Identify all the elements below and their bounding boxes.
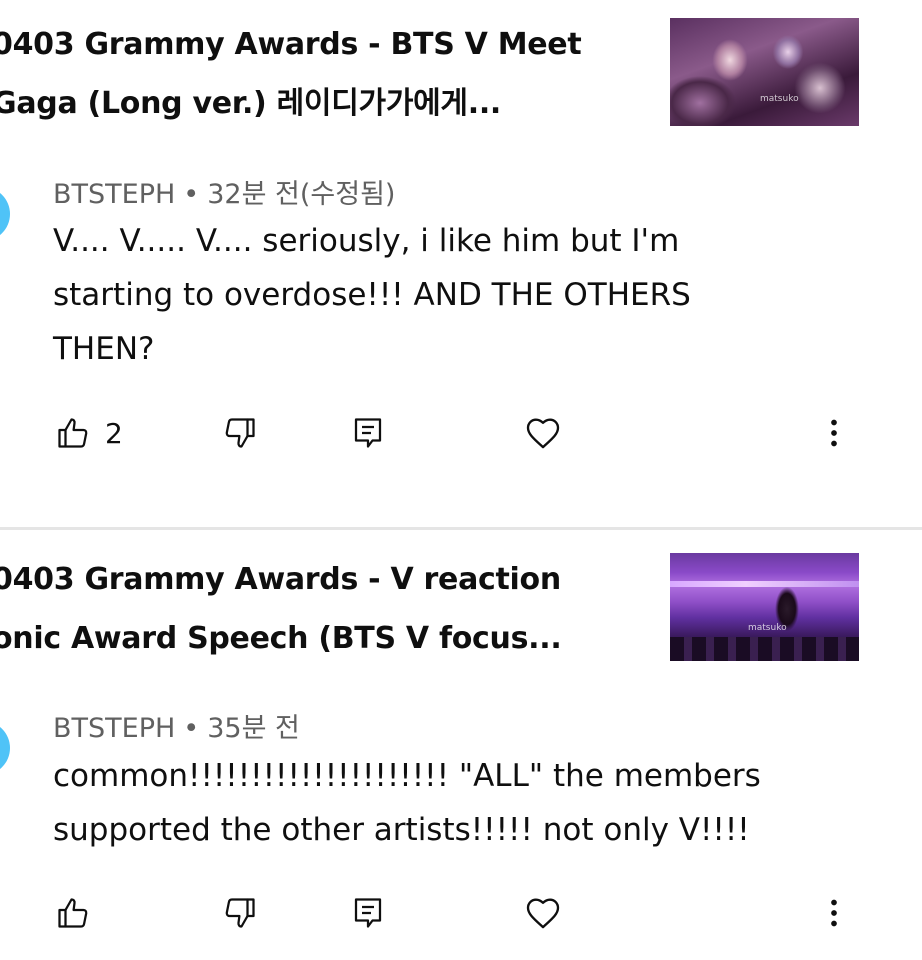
- video-title[interactable]: 0403 Grammy Awards - V reaction onic Awa…: [0, 550, 632, 668]
- comment-text-line: THEN?: [53, 331, 155, 367]
- more-vertical-icon: [816, 895, 852, 931]
- comment-text-line: V.... V..... V.... seriously, i like him…: [53, 223, 680, 259]
- meta-separator: •: [183, 179, 200, 210]
- video-thumbnail[interactable]: matsuko: [670, 18, 859, 126]
- comment-text: V.... V..... V.... seriously, i like him…: [53, 214, 773, 376]
- avatar[interactable]: [0, 187, 10, 241]
- more-options-button[interactable]: [816, 408, 852, 458]
- meta-separator: •: [183, 713, 200, 744]
- avatar[interactable]: [0, 721, 10, 775]
- thumbs-up-icon: [55, 895, 91, 931]
- thumbs-down-icon: [222, 895, 258, 931]
- heart-icon: [523, 893, 563, 933]
- like-count: 2: [105, 416, 123, 450]
- video-title-line: 0403 Grammy Awards - BTS V Meet: [0, 27, 582, 62]
- comment-actions: 2: [0, 408, 922, 458]
- more-options-button[interactable]: [816, 888, 852, 938]
- like-button[interactable]: 2: [55, 408, 123, 458]
- heart-button[interactable]: [523, 408, 563, 458]
- comment-meta: BTSTEPH • 32분 전(수정됨): [53, 172, 395, 211]
- like-button[interactable]: [55, 888, 105, 938]
- thumbs-up-icon: [55, 415, 91, 451]
- dislike-button[interactable]: [222, 888, 258, 938]
- video-thumbnail[interactable]: matsuko: [670, 553, 859, 661]
- video-title-line: onic Award Speech (BTS V focus...: [0, 621, 562, 656]
- comment-meta: BTSTEPH • 35분 전: [53, 706, 300, 745]
- more-vertical-icon: [816, 415, 852, 451]
- video-title-line: Gaga (Long ver.) 레이디가가에게...: [0, 86, 502, 121]
- comment-text-line: common!!!!!!!!!!!!!!!!!!!!! "ALL" the me…: [53, 758, 761, 794]
- video-title-line: 0403 Grammy Awards - V reaction: [0, 562, 561, 597]
- dislike-button[interactable]: [222, 408, 258, 458]
- comment-actions: [0, 888, 922, 938]
- reply-button[interactable]: [350, 888, 386, 938]
- video-title[interactable]: 0403 Grammy Awards - BTS V Meet Gaga (Lo…: [0, 15, 632, 133]
- comment-time: 35분 전: [207, 713, 300, 744]
- heart-icon: [523, 413, 563, 453]
- comment-text-line: supported the other artists!!!!! not onl…: [53, 812, 750, 848]
- author-name[interactable]: BTSTEPH: [53, 713, 175, 744]
- heart-button[interactable]: [523, 888, 563, 938]
- thumbnail-watermark: matsuko: [760, 94, 799, 104]
- comment-card[interactable]: 0403 Grammy Awards - BTS V Meet Gaga (Lo…: [0, 0, 922, 528]
- comment-text: common!!!!!!!!!!!!!!!!!!!!! "ALL" the me…: [53, 749, 773, 857]
- comment-card[interactable]: 0403 Grammy Awards - V reaction onic Awa…: [0, 530, 922, 960]
- comment-text-line: starting to overdose!!! AND THE OTHERS: [53, 277, 691, 313]
- comment-time: 32분 전(수정됨): [207, 179, 396, 210]
- thumbs-down-icon: [222, 415, 258, 451]
- author-name[interactable]: BTSTEPH: [53, 179, 175, 210]
- reply-button[interactable]: [350, 408, 386, 458]
- reply-comment-icon: [350, 415, 386, 451]
- thumbnail-watermark: matsuko: [748, 623, 787, 633]
- reply-comment-icon: [350, 895, 386, 931]
